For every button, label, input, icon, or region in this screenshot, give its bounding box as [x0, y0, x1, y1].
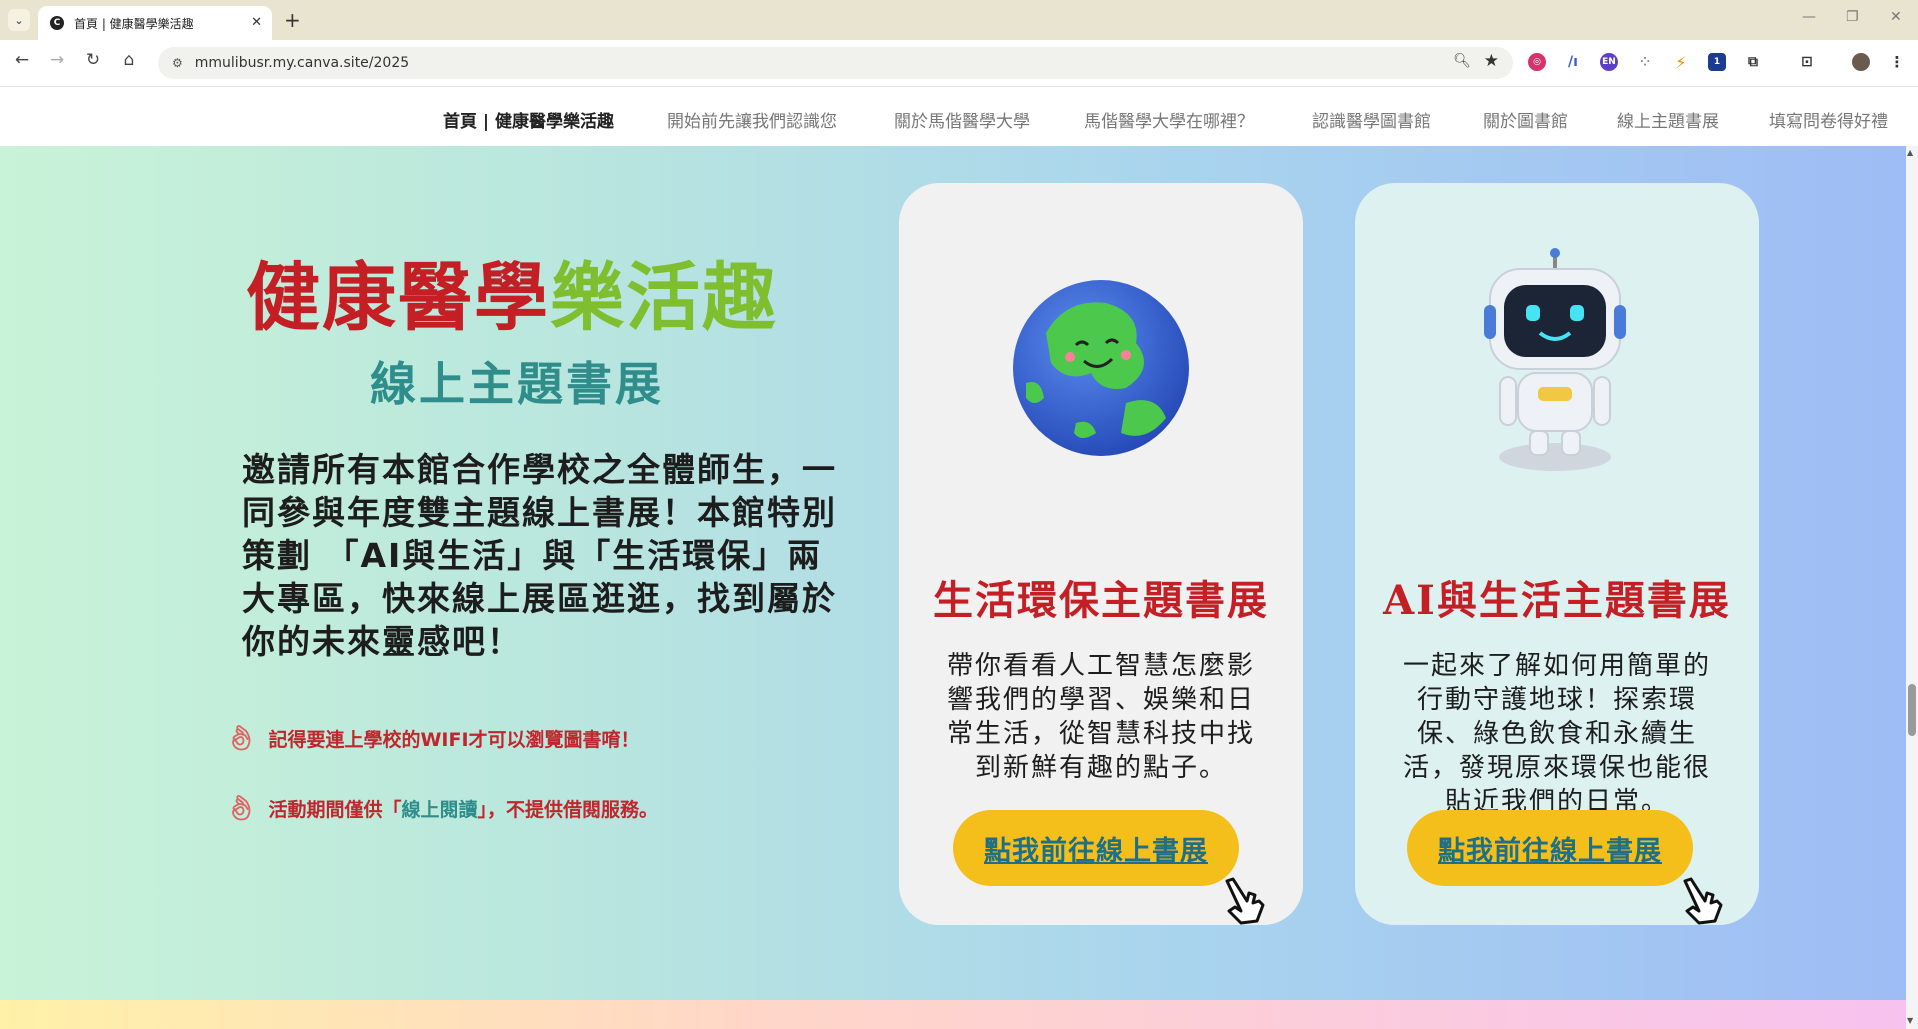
card-eco-body: 帶你看看人工智慧怎麼影響我們的學習、娛樂和日常生活，從智慧科技中找到新鮮有趣的點… — [946, 651, 1255, 783]
card-eco-title: 生活環保主題書展 — [933, 577, 1269, 624]
note-online-only-c: 」，不提供借閱服務。 — [477, 798, 659, 821]
note-wifi: 👌︎ 記得要連上學校的WIFI才可以瀏覽圖書唷！ — [226, 724, 640, 752]
tab-search-button[interactable]: ⌄ — [8, 9, 30, 31]
extension-grid-icon[interactable]: ⁘ — [1636, 53, 1654, 71]
card-ai-title: AI與生活主題書展 — [1383, 577, 1731, 624]
next-section-band — [0, 1000, 1906, 1029]
nav-about-library[interactable]: 關於圖書館 — [1483, 107, 1568, 132]
scroll-up-icon[interactable]: ▲ — [1907, 148, 1913, 157]
address-bar[interactable]: ⚙ mmulibusr.my.canva.site/2025 🔍︎ ★ — [158, 47, 1513, 79]
url-text[interactable]: mmulibusr.my.canva.site/2025 — [195, 55, 409, 71]
tab-close-icon[interactable]: ✕ — [251, 15, 262, 30]
browser-toolbar: ← → ↻ ⌂ ⚙ mmulibusr.my.canva.site/2025 🔍… — [0, 40, 1918, 87]
site-info-icon[interactable]: ⚙ — [172, 56, 183, 70]
nav-home[interactable]: 首頁 | 健康醫學樂活趣 — [443, 107, 614, 132]
site-navigation: 首頁 | 健康醫學樂活趣 開始前先讓我們認識您 關於馬偕醫學大學 馬偕醫學大學在… — [0, 87, 1918, 146]
card-ai: AI與生活主題書展 一起來了解如何用簡單的行動守護地球！探索環保、綠色飲食和永續… — [1355, 183, 1759, 925]
screenshot-icon[interactable]: ⊡ — [1798, 53, 1816, 71]
home-icon[interactable]: ⌂ — [117, 50, 141, 70]
tab-title: 首頁 | 健康醫學樂活趣 — [74, 16, 194, 31]
hero-description: 邀請所有本館合作學校之全體師生，一同參與年度雙主題線上書展！本館特別策劃 「AI… — [242, 450, 837, 661]
ok-hand-icon: 👌︎ — [226, 794, 257, 822]
card-eco-cta-button[interactable]: 點我前往線上書展 — [953, 810, 1239, 886]
profile-avatar-icon[interactable] — [1852, 53, 1870, 71]
hand-pointer-icon — [1683, 877, 1723, 925]
scroll-down-icon[interactable]: ▼ — [1907, 1016, 1913, 1025]
new-tab-button[interactable]: + — [284, 8, 301, 32]
browser-tab[interactable]: C 首頁 | 健康醫學樂活趣 ✕ — [38, 6, 272, 40]
scrollbar-thumb[interactable] — [1908, 684, 1916, 736]
hero-section: 健康醫學樂活趣 線上主題書展 邀請所有本館合作學校之全體師生，一同參與年度雙主題… — [0, 146, 1906, 1000]
back-icon[interactable]: ← — [10, 50, 34, 70]
hero-subtitle: 線上主題書展 — [370, 357, 664, 411]
nav-get-to-know-you[interactable]: 開始前先讓我們認識您 — [667, 107, 837, 132]
hand-pointer-icon — [1225, 877, 1265, 925]
restore-icon[interactable]: ❐ — [1846, 9, 1859, 25]
nav-medical-library[interactable]: 認識醫學圖書館 — [1312, 107, 1431, 132]
reload-icon[interactable]: ↻ — [81, 50, 105, 70]
globe-icon — [1013, 280, 1189, 456]
extension-bolt-icon[interactable]: ⚡ — [1672, 53, 1690, 72]
extension-color-icon[interactable]: ◎ — [1528, 53, 1546, 71]
nav-survey-gift[interactable]: 填寫問卷得好禮 — [1769, 107, 1888, 132]
nav-university-location[interactable]: 馬偕醫學大學在哪裡？ — [1084, 107, 1254, 132]
extension-badge-icon[interactable]: 1 — [1708, 53, 1726, 71]
note-online-only: 👌︎ 活動期間僅供「 線上閱讀 」，不提供借閱服務。 — [226, 794, 658, 822]
robot-icon — [1484, 248, 1626, 471]
bookmark-star-icon[interactable]: ★ — [1484, 51, 1499, 71]
forward-icon[interactable]: → — [45, 50, 69, 70]
hero-title-part1: 健康醫學 — [246, 255, 550, 341]
hero-title: 健康醫學樂活趣 — [246, 238, 778, 345]
note-wifi-text: 記得要連上學校的WIFI才可以瀏覽圖書唷！ — [268, 728, 640, 751]
note-online-only-a: 活動期間僅供「 — [268, 798, 402, 821]
zoom-icon[interactable]: 🔍︎ — [1453, 53, 1471, 69]
nav-about-university[interactable]: 關於馬偕醫學大學 — [894, 107, 1030, 132]
browser-menu-icon[interactable]: ⋮ — [1888, 53, 1906, 71]
canva-favicon-icon: C — [50, 16, 64, 30]
page-scrollbar[interactable]: ▲ ▼ — [1906, 146, 1918, 1029]
nav-online-book-exhibition[interactable]: 線上主題書展 — [1617, 107, 1719, 132]
extensions-puzzle-icon[interactable]: ⧉ — [1744, 53, 1762, 71]
card-ai-cta-button[interactable]: 點我前往線上書展 — [1407, 810, 1693, 886]
extension-translate-icon[interactable]: EN — [1600, 53, 1618, 71]
card-ai-body: 一起來了解如何用簡單的行動守護地球！探索環保、綠色飲食和永續生活，發現原來環保也… — [1402, 651, 1711, 817]
close-window-icon[interactable]: ✕ — [1890, 9, 1902, 25]
card-eco: 生活環保主題書展 帶你看看人工智慧怎麼影響我們的學習、娛樂和日常生活，從智慧科技… — [899, 183, 1303, 925]
note-online-only-highlight: 線上閱讀 — [401, 798, 478, 821]
extension-chart-icon[interactable]: /ı — [1564, 53, 1582, 71]
ok-hand-icon: 👌︎ — [226, 724, 257, 752]
minimize-icon[interactable]: — — [1802, 9, 1816, 25]
browser-tab-strip: ⌄ C 首頁 | 健康醫學樂活趣 ✕ + — ❐ ✕ — [0, 0, 1918, 40]
hero-title-part2: 樂活趣 — [550, 255, 778, 341]
